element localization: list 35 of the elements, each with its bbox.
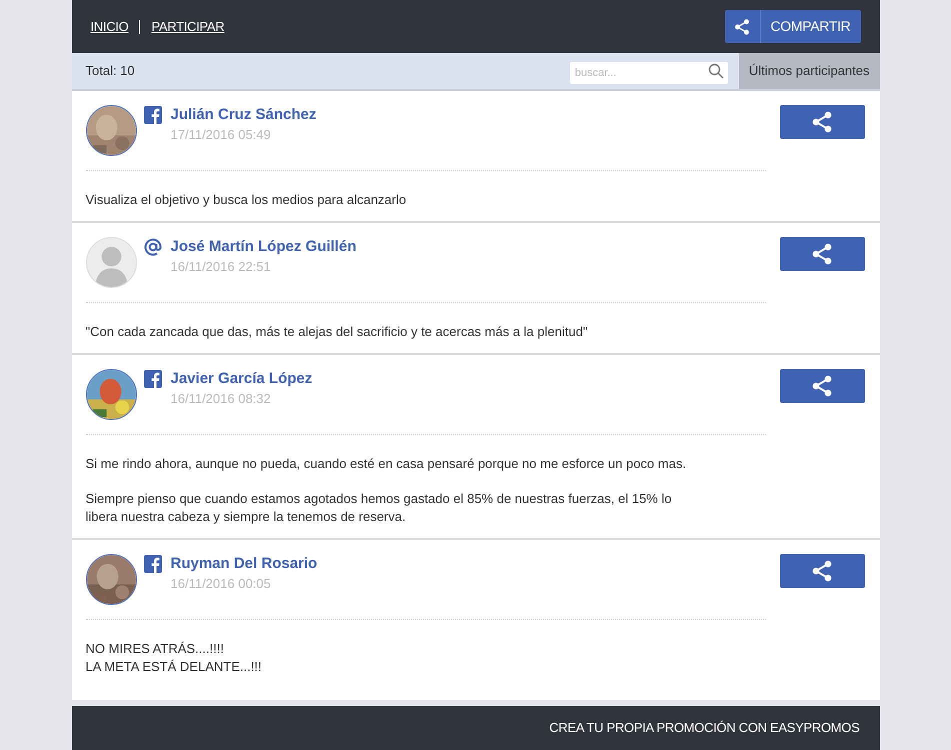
participant-name[interactable]: Julián Cruz Sánchez: [170, 105, 316, 125]
entry-date: 16/11/2016 00:05: [170, 575, 272, 593]
search-field[interactable]: buscar...: [570, 62, 728, 84]
nav-link[interactable]: INICIO: [90, 16, 128, 36]
share-icon: [810, 374, 834, 398]
footer-link[interactable]: CREA TU PROPIA PROMOCIÓN CON EASYPROMOS: [549, 718, 860, 738]
message-text: Siempre pienso que cuando estamos agotados hemos gastado el 85% de nuestras fuerzas, el 15% lo libera nuestra cabeza y siempre la tenemos de reserva.: [86, 490, 673, 526]
share-icon: [810, 242, 834, 266]
share-button[interactable]: [780, 369, 864, 403]
entry-date: 17/11/2016 05:49: [170, 126, 272, 144]
entry-date: 16/11/2016 22:51: [170, 258, 272, 276]
nav-link[interactable]: PARTICIPAR: [151, 16, 224, 36]
participant-name[interactable]: Javier García López: [170, 369, 312, 389]
share-icon: [733, 18, 751, 36]
facebook-icon: [144, 106, 162, 124]
share-button[interactable]: [780, 105, 864, 139]
message-text: Visualiza el objetivo y busca los medios para alcanzarlo: [86, 191, 408, 209]
participant-name[interactable]: José Martín López Guillén: [170, 237, 356, 257]
avatar-silhouette-icon: [86, 237, 136, 288]
search-icon: [708, 63, 724, 79]
sort-tab[interactable]: Últimos participantes: [738, 53, 880, 89]
total-count: Total: 10: [86, 62, 135, 80]
participant-name[interactable]: Ruyman Del Rosario: [170, 554, 318, 574]
share-icon: [810, 110, 834, 134]
message-text: NO MIRES ATRÁS....!!!! LA META ESTÁ DELANTE...!!!: [86, 640, 263, 676]
share-button[interactable]: [780, 237, 864, 271]
at-sign-icon: [144, 238, 162, 256]
share-icon: [810, 559, 834, 583]
facebook-icon: [144, 370, 162, 388]
facebook-icon: [144, 555, 162, 573]
share-button[interactable]: [780, 554, 864, 588]
message-text: "Con cada zancada que das, más te alejas del sacrificio y te acercas más a la plenitud": [86, 323, 589, 341]
message-text: Si me rindo ahora, aunque no pueda, cuando esté en casa pensaré porque no me esforce un poco mas.: [86, 455, 688, 473]
entry-date: 16/11/2016 08:32: [170, 390, 272, 408]
share-button[interactable]: COMPARTIR: [724, 10, 860, 43]
